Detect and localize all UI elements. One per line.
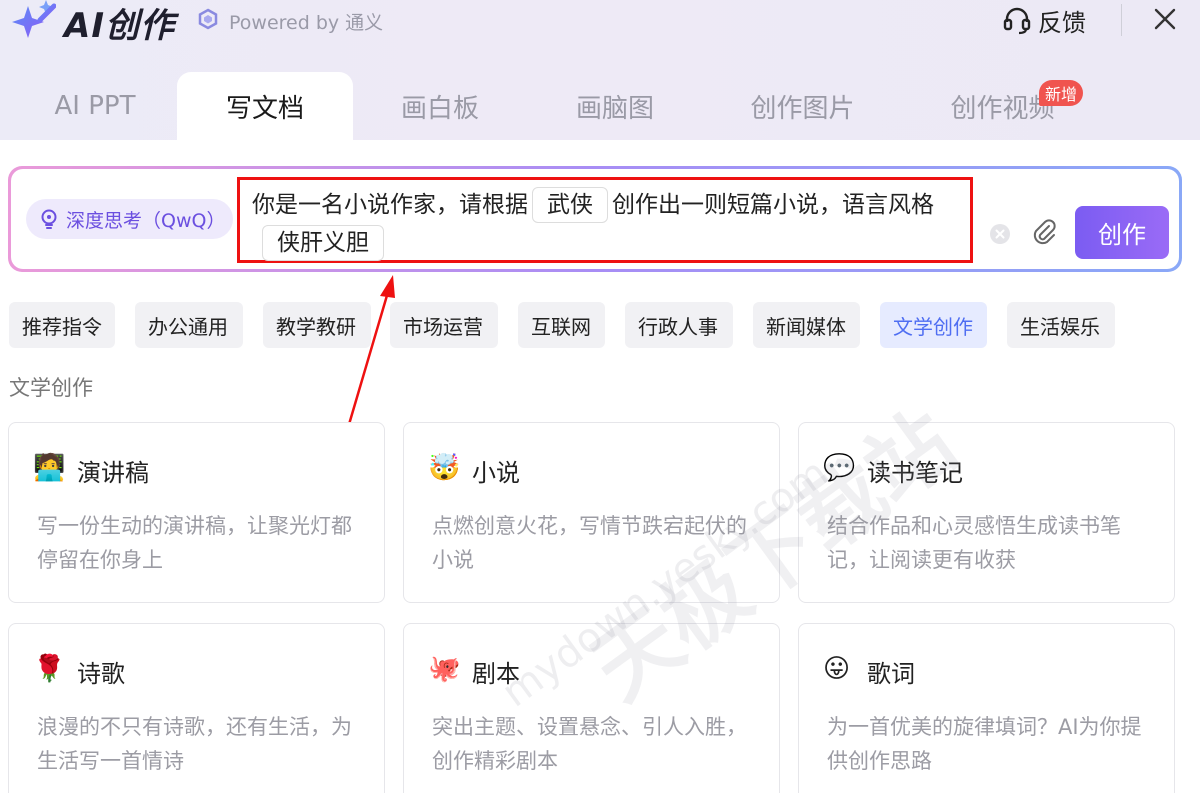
category-chip-recommended[interactable]: 推荐指令	[9, 302, 115, 348]
powered-by-label: Powered by 通义	[229, 12, 384, 34]
template-card-reading-notes[interactable]: 💬 读书笔记 结合作品和心灵感悟生成读书笔记，让阅读更有收获	[798, 422, 1175, 603]
tongyi-logo-icon	[198, 8, 218, 30]
card-title: 诗歌	[77, 660, 125, 688]
card-description: 结合作品和心灵感悟生成读书笔记，让阅读更有收获	[827, 514, 1121, 572]
category-chip-teaching[interactable]: 教学教研	[263, 302, 371, 348]
category-chip-media[interactable]: 新闻媒体	[753, 302, 860, 348]
prompt-text-area[interactable]: 你是一名小说作家，请根据 武侠 创作出一则短篇小说，语言风格侠肝义胆	[237, 177, 973, 263]
category-chip-marketing[interactable]: 市场运营	[390, 302, 498, 348]
card-description: 写一份生动的演讲稿，让聚光灯都停留在你身上	[37, 514, 352, 572]
category-chip-internet[interactable]: 互联网	[518, 302, 605, 348]
tongue-emoji-icon: 😛	[823, 654, 851, 684]
card-title: 小说	[472, 459, 520, 487]
card-description: 为一首优美的旋律填词？AI为你提供创作思路	[827, 715, 1142, 773]
template-card-speech[interactable]: 🧑‍💻 演讲稿 写一份生动的演讲稿，让聚光灯都停留在你身上	[8, 422, 385, 603]
header-divider	[1121, 4, 1122, 36]
template-card-script[interactable]: 🐙 剧本 突出主题、设置悬念、引人入胜，创作精彩剧本	[403, 623, 780, 793]
card-title: 剧本	[472, 660, 520, 688]
lightbulb-icon	[41, 209, 57, 229]
headset-icon	[1003, 7, 1031, 35]
speech-bubble-emoji-icon: 💬	[823, 453, 856, 483]
clear-icon[interactable]	[989, 223, 1011, 245]
card-description: 点燃创意火花，写情节跌宕起伏的小说	[432, 514, 747, 572]
new-badge: 新增	[1039, 80, 1084, 106]
template-card-lyrics[interactable]: 😛 歌词 为一首优美的旋律填词？AI为你提供创作思路	[798, 623, 1175, 793]
sparkle-logo-icon	[12, 0, 56, 38]
tab-create-image[interactable]: 创作图片	[730, 72, 875, 140]
app-title: AI创作	[64, 6, 175, 46]
feedback-button[interactable]: 反馈	[1002, 4, 1086, 37]
tab-ai-ppt[interactable]: AI PPT	[30, 72, 160, 140]
card-title: 演讲稿	[77, 459, 149, 487]
card-description: 突出主题、设置悬念、引人入胜，创作精彩剧本	[432, 715, 747, 773]
template-card-novel[interactable]: 🤯 小说 点燃创意火花，写情节跌宕起伏的小说	[403, 422, 780, 603]
prompt-slot-style[interactable]: 侠肝义胆	[262, 225, 384, 261]
template-card-poem[interactable]: 🌹 诗歌 浪漫的不只有诗歌，还有生活，为生活写一首情诗	[8, 623, 385, 793]
header: AI创作 Powered by 通义 反馈	[0, 0, 1200, 52]
mind-blown-emoji-icon: 🤯	[428, 453, 461, 483]
paperclip-icon[interactable]	[1029, 217, 1059, 247]
category-chip-office[interactable]: 办公通用	[135, 302, 243, 348]
section-title: 文学创作	[9, 376, 93, 400]
card-description: 浪漫的不只有诗歌，还有生活，为生活写一首情诗	[37, 715, 352, 773]
card-title: 歌词	[867, 660, 915, 688]
octopus-emoji-icon: 🐙	[428, 654, 461, 684]
prompt-input-box: 深度思考（QwQ） 你是一名小说作家，请根据 武侠 创作出一则短篇小说，语言风格侠肝…	[8, 166, 1182, 272]
category-chip-lifestyle[interactable]: 生活娱乐	[1007, 302, 1115, 348]
tab-mindmap[interactable]: 画脑图	[550, 72, 680, 140]
tab-whiteboard[interactable]: 画白板	[375, 72, 505, 140]
category-chip-literature[interactable]: 文学创作	[880, 302, 987, 348]
category-chip-hr[interactable]: 行政人事	[625, 302, 733, 348]
deep-think-toggle[interactable]: 深度思考（QwQ）	[26, 199, 233, 239]
feedback-label: 反馈	[1038, 8, 1086, 37]
deep-think-label: 深度思考（QwQ）	[66, 209, 226, 232]
tab-write-doc[interactable]: 写文档	[177, 72, 353, 140]
prompt-text: 创作出一则短篇小说，语言风格	[612, 192, 934, 218]
close-icon[interactable]	[1150, 4, 1180, 34]
technologist-emoji-icon: 🧑‍💻	[33, 453, 66, 483]
prompt-slot-topic[interactable]: 武侠	[532, 187, 608, 223]
tab-bar: AI PPT 写文档 画白板 画脑图 创作图片 创作视频	[0, 72, 1200, 140]
rose-emoji-icon: 🌹	[33, 654, 66, 684]
card-title: 读书笔记	[867, 459, 963, 487]
prompt-text: 你是一名小说作家，请根据	[252, 192, 528, 218]
create-button[interactable]: 创作	[1075, 206, 1169, 259]
